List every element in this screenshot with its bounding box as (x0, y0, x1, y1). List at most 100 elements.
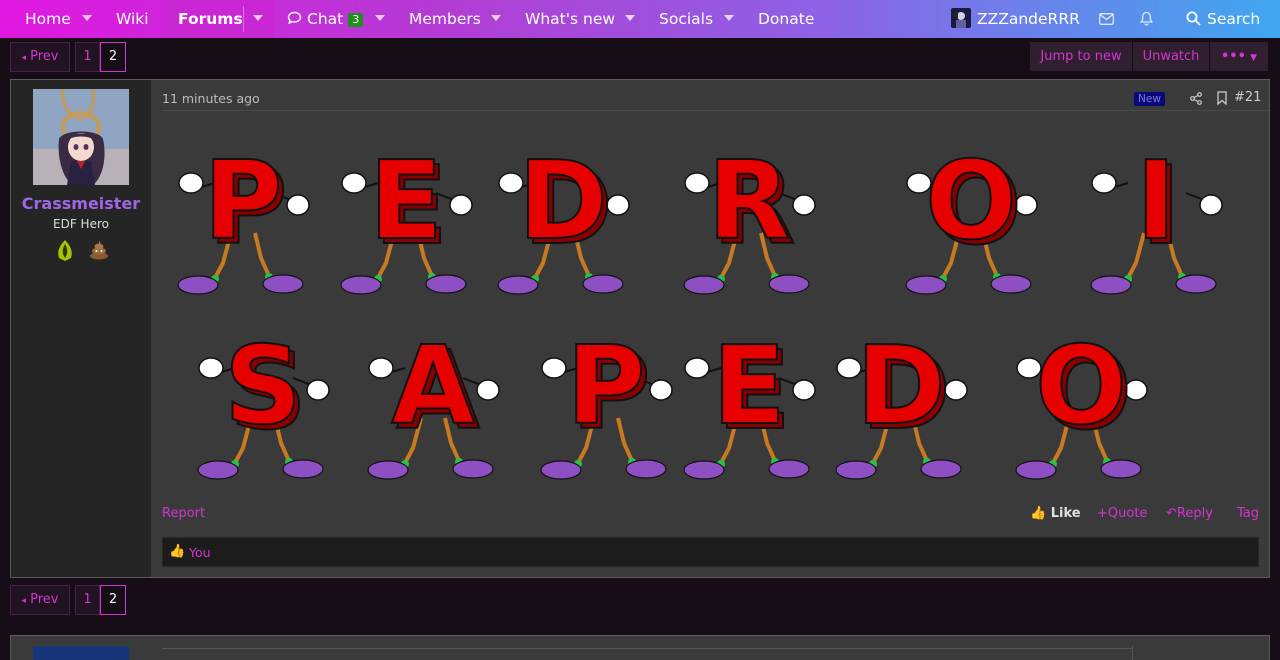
letter-figure-e-1-2: EE (340, 138, 473, 295)
nav-donate[interactable]: Donate (758, 0, 814, 38)
avatar-image (33, 89, 129, 185)
plus-icon: + (1097, 506, 1108, 521)
tag-button[interactable]: Tag (1237, 506, 1259, 521)
more-options-button[interactable]: ••• ▼ (1210, 42, 1268, 71)
chevron-down-icon: ▼ (1250, 53, 1257, 63)
avatar[interactable] (33, 89, 129, 185)
nav-chat-label: Chat (307, 10, 344, 28)
nav-wiki[interactable]: Wiki (116, 0, 149, 38)
letter-figure-d-2-5: DD (835, 323, 968, 480)
svg-text:P: P (566, 324, 645, 449)
pedo-sa-pedo-image: PP EE DD RR OO IISS AA PP EE DD OO (177, 138, 1223, 480)
svg-text:P: P (203, 139, 282, 264)
svg-text:E: E (712, 324, 786, 449)
page-2-button[interactable]: 2 (100, 42, 126, 72)
envelope-icon (1099, 13, 1114, 25)
thumbs-up-icon: 👍 (1030, 506, 1047, 521)
like-button[interactable]: 👍 Like (1030, 506, 1081, 521)
svg-text:E: E (369, 139, 443, 264)
search-button[interactable]: Search (1186, 0, 1260, 38)
more-options-dots: ••• (1221, 49, 1246, 64)
quote-label: Quote (1107, 506, 1148, 521)
bookmark-icon[interactable] (1217, 91, 1227, 105)
username-link[interactable]: Crassmeister (11, 194, 151, 213)
prev-label: Prev (30, 49, 59, 64)
reply-icon: ↶ (1166, 506, 1177, 521)
letter-figure-a-2-2: AA (367, 323, 500, 480)
next-post-message (10, 635, 1270, 660)
poop-badge-icon (90, 241, 108, 260)
home-dropdown-icon[interactable] (82, 15, 92, 21)
pagination-bottom: ◂ Prev 1 2 (10, 585, 130, 615)
reply-label: Reply (1176, 506, 1213, 521)
jump-to-new-button[interactable]: Jump to new (1030, 42, 1132, 71)
share-icon[interactable] (1190, 92, 1202, 105)
reactions-user-link[interactable]: You (189, 545, 211, 560)
inbox-button[interactable] (1099, 0, 1114, 38)
next-post-avatar[interactable] (33, 646, 129, 660)
letter-figure-s-2-1: SS (197, 323, 330, 480)
svg-text:R: R (707, 139, 790, 264)
pagination-top: ◂ Prev 1 2 (10, 42, 130, 72)
next-post-divider (162, 648, 1132, 649)
chat-dropdown-icon[interactable] (375, 15, 385, 21)
nav-socials[interactable]: Socials (659, 0, 713, 38)
nav-chat[interactable]: Chat 3 (287, 0, 364, 38)
svg-text:O: O (925, 139, 1017, 264)
nav-home[interactable]: Home (25, 0, 71, 38)
prev-label-bottom: Prev (30, 592, 59, 607)
svg-text:D: D (518, 139, 608, 264)
letter-figure-o-2-6: OO (1015, 323, 1148, 480)
unwatch-button[interactable]: Unwatch (1133, 42, 1209, 71)
user-title: EDF Hero (53, 217, 109, 231)
svg-text:A: A (391, 324, 475, 449)
post-image[interactable]: PPEEDDRROOIISSAAPPEEDDOO (171, 128, 1261, 498)
svg-text:S: S (224, 324, 302, 449)
reactions-bar: 👍 You (162, 537, 1259, 567)
chat-icon (287, 11, 302, 25)
chat-count-badge: 3 (348, 13, 364, 27)
page-1-button-bottom[interactable]: 1 (75, 585, 100, 615)
letter-figure-o-1-5: OO (905, 138, 1038, 295)
letter-figure-p-2-3: PP (540, 323, 673, 480)
user-details: Crassmeister EDF Hero (11, 80, 151, 577)
new-badge: New (1134, 92, 1165, 106)
search-label: Search (1207, 10, 1261, 28)
reaction-like-icon: 👍 (169, 544, 186, 559)
top-nav: Home Wiki Forums Chat 3 Members What's ne… (0, 0, 1280, 38)
letter-figure-i-1-6: II (1090, 138, 1223, 295)
page-2-button-bottom[interactable]: 2 (100, 585, 126, 615)
nav-forums[interactable]: Forums (178, 0, 243, 38)
forums-tab-divider (243, 6, 244, 32)
nav-members[interactable]: Members (409, 0, 481, 38)
bell-icon (1140, 11, 1153, 26)
svg-text:D: D (856, 324, 946, 449)
prev-page-button-bottom[interactable]: ◂ Prev (10, 585, 70, 615)
post-message: Crassmeister EDF Hero 11 minutes ago New… (10, 79, 1270, 578)
report-link[interactable]: Report (162, 506, 205, 521)
members-dropdown-icon[interactable] (491, 15, 501, 21)
like-label: Like (1050, 506, 1081, 521)
reply-button[interactable]: ↶Reply (1166, 506, 1213, 521)
post-timestamp[interactable]: 11 minutes ago (162, 91, 260, 106)
account-menu[interactable]: ZZZandeRRR (951, 0, 1080, 38)
post-number-link[interactable]: #21 (1234, 90, 1261, 105)
alerts-button[interactable] (1140, 0, 1153, 38)
whats-new-dropdown-icon[interactable] (625, 15, 635, 21)
letter-figure-p-1-1: PP (177, 138, 310, 295)
socials-dropdown-icon[interactable] (724, 15, 734, 21)
message-attribution: 11 minutes ago New #21 (162, 80, 1269, 111)
svg-text:I: I (1136, 139, 1176, 264)
message-arrow (151, 102, 159, 118)
quote-button[interactable]: +Quote (1097, 506, 1147, 521)
account-username: ZZZandeRRR (977, 10, 1080, 28)
prev-page-button[interactable]: ◂ Prev (10, 42, 70, 72)
forums-dropdown-icon[interactable] (253, 15, 263, 21)
next-post-divider-vertical (1132, 646, 1133, 660)
nav-whats-new[interactable]: What's new (525, 0, 615, 38)
user-avatar-icon (951, 8, 971, 28)
svg-text:O: O (1035, 324, 1127, 449)
page-1-button[interactable]: 1 (75, 42, 100, 72)
letter-figure-d-1-3: DD (497, 138, 630, 295)
letter-figure-e-2-4: EE (683, 323, 816, 480)
